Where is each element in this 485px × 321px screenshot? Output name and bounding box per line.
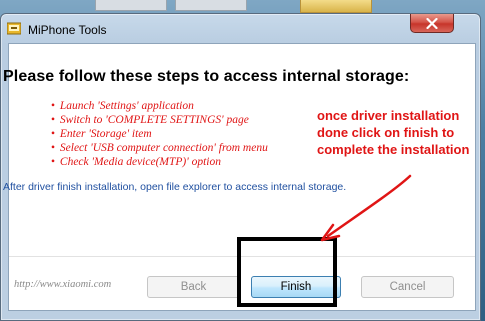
- close-icon: [426, 17, 438, 29]
- cancel-button[interactable]: Cancel: [361, 276, 454, 298]
- dialog-content: Please follow these steps to access inte…: [3, 43, 476, 311]
- step-item: • Select 'USB computer connection' from …: [51, 142, 268, 154]
- app-icon: [7, 22, 21, 35]
- desktop-background: MiPhone Tools Please follow these steps …: [0, 0, 485, 321]
- background-thumbnail: [95, 0, 167, 11]
- step-item: • Enter 'Storage' item: [51, 128, 152, 140]
- annotation-text: once driver installation done click on f…: [317, 108, 470, 157]
- window-title: MiPhone Tools: [28, 23, 107, 37]
- divider: [9, 256, 475, 257]
- back-button[interactable]: Back: [147, 276, 240, 298]
- finish-button[interactable]: Finish: [251, 276, 341, 298]
- step-item: • Check 'Media device(MTP)' option: [51, 156, 221, 168]
- xiaomi-link[interactable]: http://www.xiaomi.com: [14, 279, 111, 290]
- miphone-tools-window: MiPhone Tools Please follow these steps …: [0, 13, 481, 321]
- info-text: After driver finish installation, open f…: [3, 181, 347, 193]
- close-button[interactable]: [410, 14, 454, 33]
- steps-list: • Launch 'Settings' application • Switch…: [51, 99, 268, 169]
- step-item: • Launch 'Settings' application: [51, 100, 194, 112]
- step-item: • Switch to 'COMPLETE SETTINGS' page: [51, 114, 249, 126]
- title-bar[interactable]: MiPhone Tools: [1, 14, 480, 43]
- instructions-heading: Please follow these steps to access inte…: [3, 68, 410, 85]
- background-thumbnail: [175, 0, 247, 11]
- background-folder-icon: [300, 0, 372, 13]
